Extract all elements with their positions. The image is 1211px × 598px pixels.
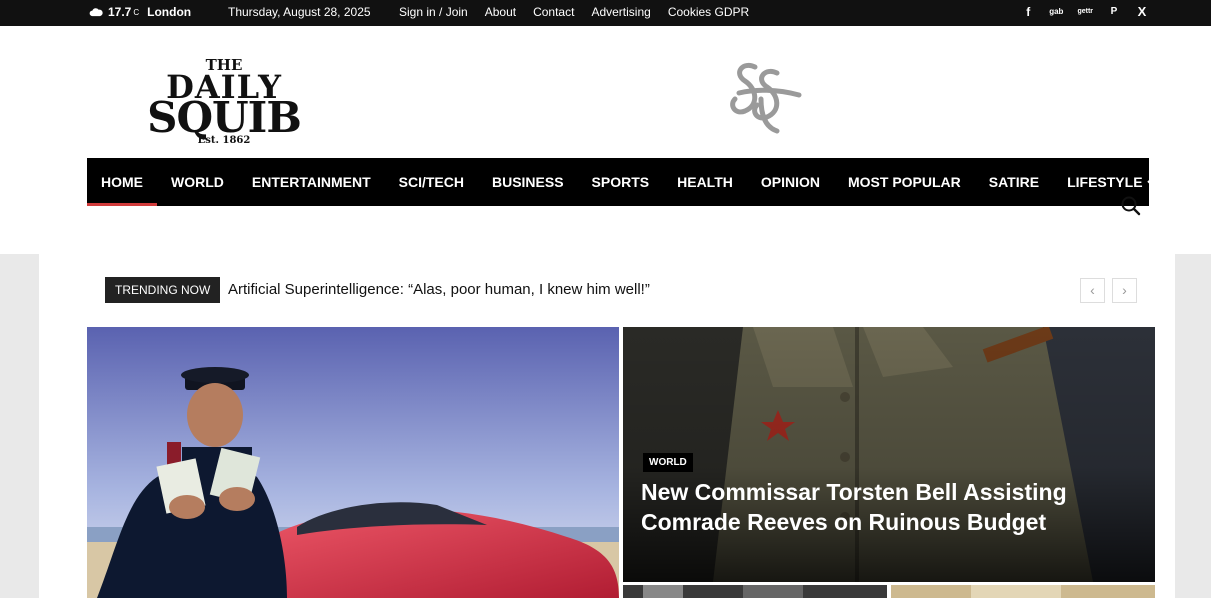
nav-sports[interactable]: SPORTS (578, 158, 664, 206)
category-badge-world[interactable]: WORLD (643, 453, 693, 472)
social-links: f gab gettr P X (1021, 4, 1149, 19)
search-icon[interactable] (1120, 195, 1142, 217)
gab-icon[interactable]: gab (1049, 7, 1063, 16)
thumbnail-image-1[interactable] (623, 585, 887, 598)
weather-widget: 17.7 C London (88, 5, 191, 19)
gettr-icon[interactable]: gettr (1077, 8, 1093, 15)
main-navigation: HOME WORLD ENTERTAINMENT SCI/TECH BUSINE… (87, 158, 1157, 206)
trending-label: TRENDING NOW (105, 277, 221, 303)
temperature-unit: C (133, 7, 140, 17)
nav-lifestyle-dropdown[interactable]: LIFESTYLE (1053, 158, 1170, 206)
nav-home[interactable]: HOME (87, 158, 157, 206)
nav-business[interactable]: BUSINESS (478, 158, 578, 206)
nav-entertainment[interactable]: ENTERTAINMENT (238, 158, 385, 206)
site-header: THE DAILY SQUIB Est. 1862 HOME WORLD ENT… (0, 26, 1211, 254)
cookies-gdpr-link[interactable]: Cookies GDPR (668, 5, 749, 19)
trending-prev-button[interactable]: ‹ (1080, 278, 1105, 303)
featured-image-right[interactable] (623, 327, 1155, 582)
top-links: Sign in / Join About Contact Advertising… (399, 5, 749, 19)
trending-next-button[interactable]: › (1112, 278, 1137, 303)
nav-health[interactable]: HEALTH (663, 158, 747, 206)
chevron-down-icon (1146, 180, 1157, 187)
top-bar: 17.7 C London Thursday, August 28, 2025 … (0, 0, 1211, 26)
x-twitter-icon[interactable]: X (1135, 4, 1149, 19)
contact-link[interactable]: Contact (533, 5, 574, 19)
weather-city: London (147, 5, 192, 19)
nav-world[interactable]: WORLD (157, 158, 238, 206)
pinterest-icon[interactable]: P (1107, 6, 1121, 17)
soldier-uniform-photo (623, 327, 1155, 582)
advertising-link[interactable]: Advertising (591, 5, 650, 19)
sign-in-link[interactable]: Sign in / Join (399, 5, 468, 19)
featured-headline[interactable]: New Commissar Torsten Bell Assisting Com… (641, 477, 1081, 537)
thumbnail-photo-2 (891, 585, 1155, 598)
thumbnail-image-2[interactable] (891, 585, 1155, 598)
site-logo[interactable]: THE DAILY SQUIB Est. 1862 (126, 58, 322, 150)
nav-satire[interactable]: SATIRE (975, 158, 1053, 206)
nav-sci-tech[interactable]: SCI/TECH (385, 158, 478, 206)
gendarme-car-photo (87, 327, 619, 598)
trending-headline-link[interactable]: Artificial Superintelligence: “Alas, poo… (228, 281, 650, 298)
facebook-icon[interactable]: f (1021, 5, 1035, 19)
monogram-logo (730, 63, 802, 134)
about-link[interactable]: About (485, 5, 516, 19)
nav-lifestyle-label: LIFESTYLE (1067, 174, 1143, 190)
thumbnail-photo-1 (623, 585, 887, 598)
temperature: 17.7 (108, 5, 132, 19)
logo-squib: SQUIB (147, 93, 302, 142)
current-date: Thursday, August 28, 2025 (228, 5, 371, 19)
nav-most-popular[interactable]: MOST POPULAR (834, 158, 975, 206)
cloud-icon (89, 8, 103, 17)
featured-image-left[interactable] (87, 327, 619, 598)
nav-opinion[interactable]: OPINION (747, 158, 834, 206)
